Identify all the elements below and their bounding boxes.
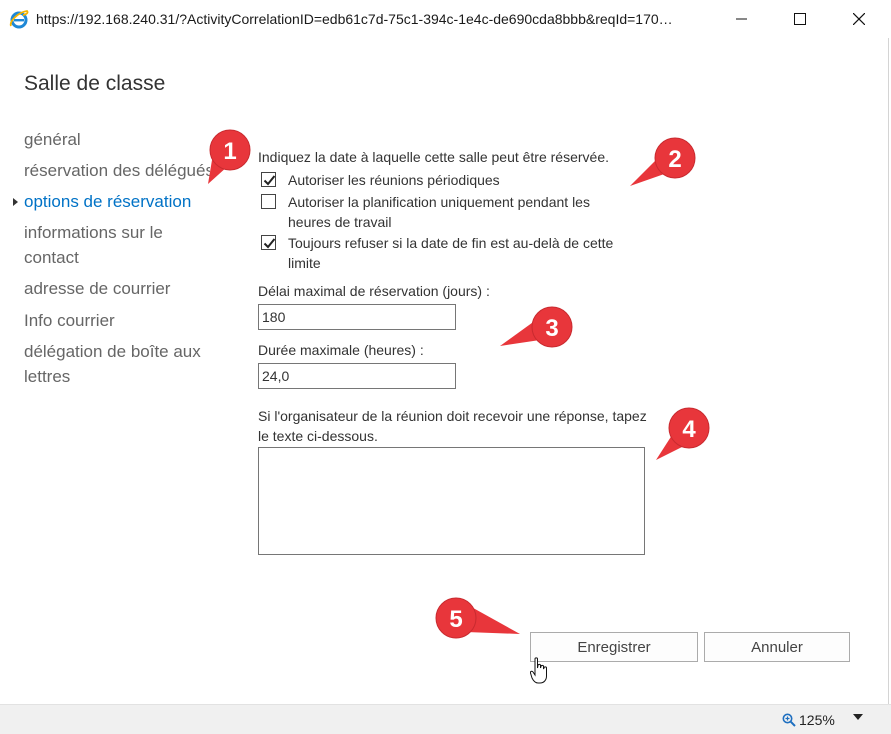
checkbox-reject-beyond-limit[interactable]: Toujours refuser si la date de fin est a… xyxy=(261,233,628,273)
checkmark-icon xyxy=(263,238,276,249)
minimize-icon xyxy=(736,18,747,20)
callout-2: 2 xyxy=(630,137,696,186)
nav-item-mailbox-delegation[interactable]: délégation de boîte aux lettres xyxy=(24,339,224,389)
zoom-dropdown-icon[interactable] xyxy=(853,714,863,720)
svg-text:5: 5 xyxy=(449,606,462,633)
checkbox[interactable] xyxy=(261,172,276,187)
nav-item-contact-info[interactable]: informations sur le contact xyxy=(24,220,194,270)
cancel-button[interactable]: Annuler xyxy=(704,632,850,662)
nav-item-general[interactable]: général xyxy=(24,127,224,152)
close-button[interactable] xyxy=(830,0,888,38)
active-indicator-icon xyxy=(13,198,18,206)
checkbox[interactable] xyxy=(261,194,276,209)
nav-item-delegate-booking[interactable]: réservation des délégués xyxy=(24,158,210,183)
zoom-level[interactable]: 125% xyxy=(799,712,835,728)
close-icon xyxy=(853,13,865,25)
nav-item-booking-options[interactable]: options de réservation xyxy=(24,189,224,214)
page-title: Salle de classe xyxy=(24,72,166,95)
max-duration-label: Durée maximale (heures) : xyxy=(258,342,424,358)
booking-intro-text: Indiquez la date à laquelle cette salle … xyxy=(258,149,610,165)
checkbox-label: Toujours refuser si la date de fin est a… xyxy=(288,235,614,271)
checkbox-label: Autoriser la planification uniquement pe… xyxy=(288,194,590,230)
callout-1: 1 xyxy=(208,129,251,184)
checkbox-recurring-meetings[interactable]: Autoriser les réunions périodiques xyxy=(261,170,628,190)
max-booking-days-input[interactable]: 180 xyxy=(258,304,456,330)
max-duration-hours-input[interactable]: 24,0 xyxy=(258,363,456,389)
callout-5: 5 xyxy=(435,597,520,639)
svg-text:3: 3 xyxy=(545,315,558,342)
zoom-icon xyxy=(782,713,796,727)
maximize-button[interactable] xyxy=(771,0,829,38)
window-title-bar: https://192.168.240.31/?ActivityCorrelat… xyxy=(0,0,891,38)
svg-text:4: 4 xyxy=(682,416,696,443)
internet-explorer-icon xyxy=(9,10,29,29)
callout-3: 3 xyxy=(500,306,573,348)
svg-text:2: 2 xyxy=(668,146,681,173)
max-booking-label: Délai maximal de réservation (jours) : xyxy=(258,283,490,299)
window-url: https://192.168.240.31/?ActivityCorrelat… xyxy=(36,11,673,27)
maximize-icon xyxy=(794,13,806,25)
checkmark-icon xyxy=(263,175,276,186)
minimize-button[interactable] xyxy=(713,0,771,38)
checkbox[interactable] xyxy=(261,235,276,250)
nav-item-email-address[interactable]: adresse de courrier xyxy=(24,276,224,301)
hand-cursor-icon xyxy=(530,657,547,684)
status-bar: 125% xyxy=(0,704,891,734)
svg-text:1: 1 xyxy=(223,138,236,165)
window-border xyxy=(888,38,889,704)
checkbox-label: Autoriser les réunions périodiques xyxy=(288,172,500,188)
checkbox-working-hours-only[interactable]: Autoriser la planification uniquement pe… xyxy=(261,192,628,232)
response-text-label: Si l'organisateur de la réunion doit rec… xyxy=(258,408,647,444)
callout-4-label: 4 xyxy=(682,416,696,443)
save-button[interactable]: Enregistrer xyxy=(530,632,698,662)
nav-item-mail-info[interactable]: Info courrier xyxy=(24,308,224,333)
response-textarea[interactable] xyxy=(258,447,645,555)
